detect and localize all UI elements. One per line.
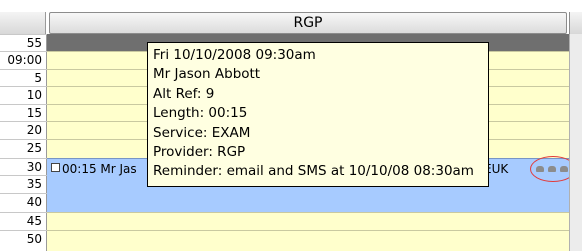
vertical-scrollbar[interactable] xyxy=(569,34,582,251)
person-icon[interactable] xyxy=(548,166,556,172)
time-label: 20 xyxy=(26,123,42,137)
top-bar: RGP xyxy=(0,0,582,34)
person-icon[interactable] xyxy=(536,166,544,172)
grid-row xyxy=(47,230,569,231)
time-column: 55 09:00 5 10 15 20 25 30 35 40 45 50 xyxy=(0,34,47,251)
time-label: 5 xyxy=(34,71,42,85)
tooltip-datetime: Fri 10/10/2008 09:30am xyxy=(153,47,316,63)
tooltip-reminder: Reminder: email and SMS at 10/10/08 08:3… xyxy=(153,163,474,180)
time-label: 40 xyxy=(26,195,42,209)
scroll-header xyxy=(569,12,582,34)
tooltip-provider: Provider: RGP xyxy=(153,144,246,161)
appointment-text: 00:15 Mr Jas xyxy=(62,162,137,176)
corner-header xyxy=(0,12,46,34)
time-label: 55 xyxy=(26,36,42,50)
provider-column-header[interactable]: RGP xyxy=(49,12,567,34)
time-label: 50 xyxy=(26,232,42,246)
time-label: 45 xyxy=(26,214,42,228)
time-label: 10 xyxy=(26,88,42,102)
grid-row xyxy=(47,212,569,213)
tooltip-patient-name: Mr Jason Abbott xyxy=(153,66,261,83)
tooltip-alt-ref: Alt Ref: 9 xyxy=(153,85,215,102)
time-label: 09:00 xyxy=(7,53,42,67)
tooltip-service: Service: EXAM xyxy=(153,124,251,141)
appointment-tooltip: Fri 10/10/2008 09:30am Mr Jason Abbott A… xyxy=(147,42,489,187)
appointment-label: 00:15 Mr Jas xyxy=(51,162,137,176)
tooltip-length: Length: 00:15 xyxy=(153,105,248,122)
time-label: 15 xyxy=(26,106,42,120)
person-icon[interactable] xyxy=(560,166,568,172)
time-label: 30 xyxy=(26,160,42,174)
time-label: 25 xyxy=(26,141,42,155)
time-label: 35 xyxy=(26,177,42,191)
appointment-checkbox-icon[interactable] xyxy=(51,163,60,172)
